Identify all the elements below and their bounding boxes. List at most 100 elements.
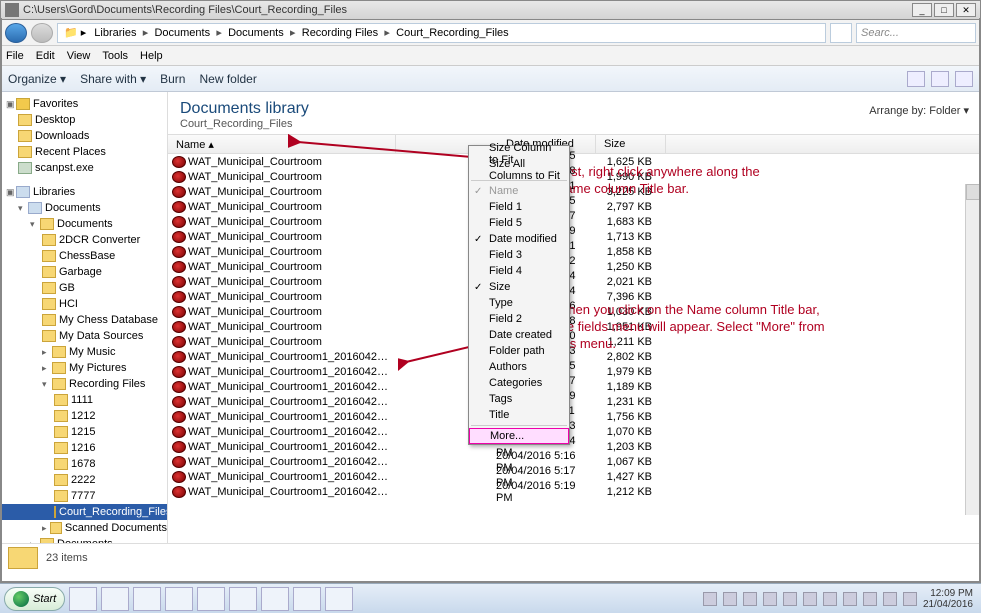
taskbar-app[interactable] [197, 587, 225, 611]
arrange-by[interactable]: Arrange by: Folder ▾ [869, 104, 969, 117]
clock[interactable]: 12:09 PM 21/04/2016 [923, 588, 973, 610]
column-size[interactable]: Size [596, 135, 666, 153]
tray-icon[interactable] [863, 592, 877, 606]
context-menu-item[interactable]: Field 2 [469, 311, 569, 327]
crumb-seg[interactable]: Libraries [90, 27, 140, 39]
maximize-button[interactable]: □ [934, 3, 954, 17]
tree-item[interactable]: ▾Documents [0, 216, 167, 232]
context-menu-item[interactable]: Field 4 [469, 263, 569, 279]
tray-icon[interactable] [763, 592, 777, 606]
tree-item[interactable]: ▸My Pictures [0, 360, 167, 376]
taskbar-app[interactable] [133, 587, 161, 611]
tree-libraries[interactable]: ▣Libraries [0, 184, 167, 200]
burn-button[interactable]: Burn [160, 72, 185, 86]
organize-button[interactable]: Organize ▾ [8, 72, 66, 86]
tree-item[interactable]: Downloads [0, 128, 167, 144]
menu-tools[interactable]: Tools [102, 50, 128, 62]
tree-item[interactable]: Desktop [0, 112, 167, 128]
context-menu-item[interactable]: Type [469, 295, 569, 311]
back-button[interactable] [5, 23, 27, 43]
tree-item[interactable]: My Chess Database [0, 312, 167, 328]
tree-item[interactable]: 2DCR Converter [0, 232, 167, 248]
system-tray[interactable]: 12:09 PM 21/04/2016 [703, 588, 977, 610]
minimize-button[interactable]: _ [912, 3, 932, 17]
tree-item[interactable]: ▾Documents [0, 200, 167, 216]
file-row[interactable]: WAT_Municipal_Courtroom1_20160420_171756… [168, 484, 981, 499]
view-button[interactable] [907, 71, 925, 87]
taskbar-app[interactable] [101, 587, 129, 611]
menu-file[interactable]: File [6, 50, 24, 62]
tray-icon[interactable] [903, 592, 917, 606]
crumb-seg[interactable]: Documents [150, 27, 214, 39]
tree-item[interactable]: My Data Sources [0, 328, 167, 344]
tree-item[interactable]: 1215 [0, 424, 167, 440]
crumb-icon[interactable]: 📁 ▸ [60, 26, 90, 39]
refresh-button[interactable] [830, 23, 852, 43]
tray-icon[interactable] [743, 592, 757, 606]
search-input[interactable]: Searc... [856, 23, 976, 43]
crumb-seg[interactable]: Documents [224, 27, 288, 39]
context-menu-item[interactable]: Categories [469, 375, 569, 391]
tree-item[interactable]: HCI [0, 296, 167, 312]
context-menu-item[interactable]: Size [469, 279, 569, 295]
context-menu-item[interactable]: More... [469, 428, 569, 444]
tree-item[interactable]: 1212 [0, 408, 167, 424]
column-context-menu[interactable]: Size Column to FitSize All Columns to Fi… [468, 145, 570, 445]
tree-item[interactable]: 2222 [0, 472, 167, 488]
tree-item[interactable]: ChessBase [0, 248, 167, 264]
start-button[interactable]: Start [4, 587, 65, 611]
context-menu-item[interactable]: Tags [469, 391, 569, 407]
tree-item[interactable]: GB [0, 280, 167, 296]
help-button[interactable] [955, 71, 973, 87]
tray-icon[interactable] [783, 592, 797, 606]
tree-item[interactable]: ▾Recording Files [0, 376, 167, 392]
tray-icon[interactable] [823, 592, 837, 606]
breadcrumb[interactable]: 📁 ▸ Libraries▸ Documents▸ Documents▸ Rec… [57, 23, 826, 43]
tree-favorites[interactable]: ▣Favorites [0, 96, 167, 112]
tree-item[interactable]: Garbage [0, 264, 167, 280]
menu-edit[interactable]: Edit [36, 50, 55, 62]
taskbar-app[interactable] [293, 587, 321, 611]
newfolder-button[interactable]: New folder [199, 72, 256, 86]
tree-item[interactable]: ▸Scanned Documents [0, 520, 167, 536]
menu-help[interactable]: Help [140, 50, 163, 62]
context-menu-item[interactable]: Title [469, 407, 569, 423]
tray-icon[interactable] [843, 592, 857, 606]
tray-icon[interactable] [703, 592, 717, 606]
tree-item[interactable]: scanpst.exe [0, 160, 167, 176]
context-menu-item[interactable]: Folder path [469, 343, 569, 359]
taskbar-app[interactable] [165, 587, 193, 611]
crumb-seg[interactable]: Court_Recording_Files [392, 27, 513, 39]
nav-tree[interactable]: ▣Favorites Desktop Downloads Recent Plac… [0, 92, 168, 543]
tree-item[interactable]: Recent Places [0, 144, 167, 160]
tree-item[interactable]: 1678 [0, 456, 167, 472]
scrollbar[interactable] [965, 184, 981, 515]
tree-item[interactable]: ▸Documents [0, 536, 167, 543]
tree-item[interactable]: 7777 [0, 488, 167, 504]
menu-view[interactable]: View [67, 50, 91, 62]
taskbar-app[interactable] [69, 587, 97, 611]
tray-icon[interactable] [883, 592, 897, 606]
preview-button[interactable] [931, 71, 949, 87]
tray-icon[interactable] [803, 592, 817, 606]
tree-item[interactable]: ▸My Music [0, 344, 167, 360]
tree-item[interactable]: 1216 [0, 440, 167, 456]
close-button[interactable]: ✕ [956, 3, 976, 17]
taskbar-app[interactable] [229, 587, 257, 611]
scroll-up[interactable] [966, 184, 981, 200]
context-menu-item[interactable]: Field 1 [469, 199, 569, 215]
taskbar-app[interactable] [261, 587, 289, 611]
tree-item-selected[interactable]: Court_Recording_Files [0, 504, 167, 520]
crumb-seg[interactable]: Recording Files [298, 27, 382, 39]
tree-item[interactable]: 1111 [0, 392, 167, 408]
context-menu-item[interactable]: Authors [469, 359, 569, 375]
taskbar[interactable]: Start 12:09 PM 21/04/2016 [0, 583, 981, 613]
share-button[interactable]: Share with ▾ [80, 72, 146, 86]
context-menu-item[interactable]: Field 3 [469, 247, 569, 263]
context-menu-item[interactable]: Date modified [469, 231, 569, 247]
context-menu-item[interactable]: Field 5 [469, 215, 569, 231]
taskbar-app[interactable] [325, 587, 353, 611]
context-menu-item[interactable]: Size All Columns to Fit [469, 162, 569, 178]
tray-icon[interactable] [723, 592, 737, 606]
context-menu-item[interactable]: Date created [469, 327, 569, 343]
